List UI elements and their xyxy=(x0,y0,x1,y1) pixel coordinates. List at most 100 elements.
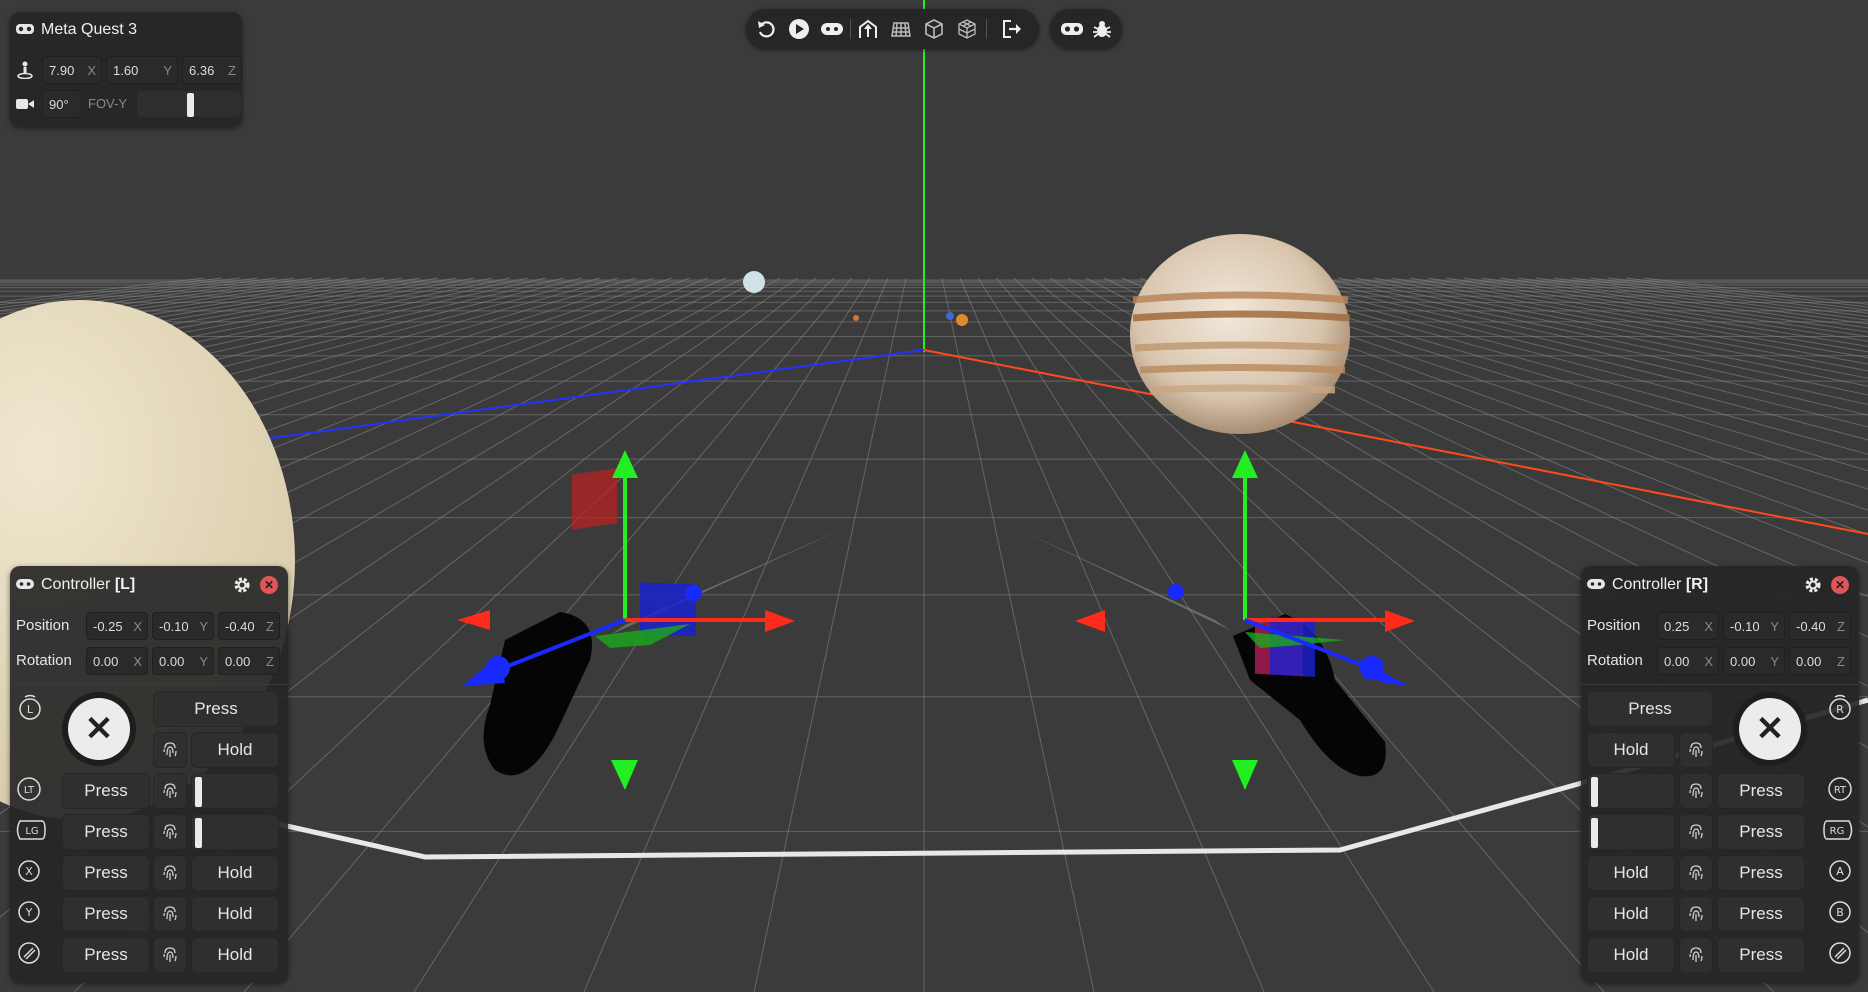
rg-touch-icon[interactable] xyxy=(1679,814,1713,850)
headset-view-icon[interactable] xyxy=(1060,17,1084,41)
svg-text:RG: RG xyxy=(1830,826,1845,837)
rt-slider-handle[interactable] xyxy=(1591,777,1598,807)
lt-touch-icon[interactable] xyxy=(153,773,187,809)
a-touch-icon[interactable] xyxy=(1679,855,1713,891)
a-press-button[interactable]: Press xyxy=(1717,855,1805,891)
y-touch-icon[interactable] xyxy=(153,896,187,932)
fov-value[interactable]: 90° xyxy=(42,90,82,118)
headset-pos-z[interactable]: 6.36 Z xyxy=(182,56,242,84)
headset-pos-y[interactable]: 1.60 Y xyxy=(106,56,178,84)
lg-glyph-icon: LG xyxy=(14,817,46,843)
left-rot-y[interactable]: 0.00 Y xyxy=(152,647,214,675)
meta-press-button[interactable]: Press xyxy=(1717,937,1805,973)
settings-gear-icon[interactable] xyxy=(1803,575,1823,595)
rg-slider-handle[interactable] xyxy=(1591,818,1598,848)
left-controller-title: Controller [L] xyxy=(41,576,136,593)
uranus-planet xyxy=(743,271,765,293)
rt-trigger-slider[interactable] xyxy=(1587,773,1675,809)
right-controller-title: Controller [R] xyxy=(1612,576,1709,593)
room-setup-icon[interactable] xyxy=(856,17,880,41)
grid-cube-icon[interactable] xyxy=(955,17,979,41)
left-pos-x[interactable]: -0.25 X xyxy=(86,612,148,640)
right-controller-panel: Controller [R] ✕ Position 0.25 X -0.10 Y -… xyxy=(1581,566,1859,982)
right-rot-x[interactable]: 0.00 X xyxy=(1657,647,1719,675)
controller-icon xyxy=(16,576,34,592)
position-label: Position xyxy=(16,617,70,634)
x-hold-button[interactable]: Hold xyxy=(191,855,279,891)
small-planet xyxy=(956,314,968,326)
settings-gear-icon[interactable] xyxy=(232,575,252,595)
left-stick-touch-icon[interactable] xyxy=(153,732,187,768)
menu-touch-icon[interactable] xyxy=(153,937,187,973)
cube-icon[interactable] xyxy=(922,17,946,41)
divider xyxy=(10,684,288,685)
x-press-button[interactable]: Press xyxy=(62,855,150,891)
lt-press-button[interactable]: Press xyxy=(62,773,150,809)
b-touch-icon[interactable] xyxy=(1679,896,1713,932)
left-stick-press-button[interactable]: Press xyxy=(153,691,279,727)
meta-hold-button[interactable]: Hold xyxy=(1587,937,1675,973)
right-stick-hold-button[interactable]: Hold xyxy=(1587,732,1675,768)
left-controller-panel: Controller [L] ✕ Position -0.25 X -0.10 Y … xyxy=(10,566,288,982)
a-hold-button[interactable]: Hold xyxy=(1587,855,1675,891)
svg-text:LT: LT xyxy=(24,785,35,796)
b-press-button[interactable]: Press xyxy=(1717,896,1805,932)
y-press-button[interactable]: Press xyxy=(62,896,150,932)
rt-press-button[interactable]: Press xyxy=(1717,773,1805,809)
left-joystick[interactable]: ✕ xyxy=(68,698,130,760)
lg-touch-icon[interactable] xyxy=(153,814,187,850)
rg-press-button[interactable]: Press xyxy=(1717,814,1805,850)
play-icon[interactable] xyxy=(787,17,811,41)
left-stick-hold-button[interactable]: Hold xyxy=(191,732,279,768)
lg-slider-handle[interactable] xyxy=(195,818,202,848)
left-pos-z[interactable]: -0.40 Z xyxy=(218,612,280,640)
gamepad-icon[interactable] xyxy=(820,17,844,41)
controller-icon xyxy=(1587,576,1605,592)
svg-text:A: A xyxy=(1836,865,1844,878)
meta-touch-icon[interactable] xyxy=(1679,937,1713,973)
jupiter-planet xyxy=(1130,234,1350,434)
menu-hold-button[interactable]: Hold xyxy=(191,937,279,973)
lt-slider-handle[interactable] xyxy=(195,777,202,807)
main-toolbar xyxy=(746,9,1039,49)
left-rot-z[interactable]: 0.00 Z xyxy=(218,647,280,675)
bug-icon[interactable] xyxy=(1090,17,1114,41)
rt-touch-icon[interactable] xyxy=(1679,773,1713,809)
right-stick-press-button[interactable]: Press xyxy=(1587,691,1713,727)
headset-pos-x[interactable]: 7.90 X xyxy=(42,56,102,84)
headset-title: Meta Quest 3 xyxy=(41,21,138,38)
divider xyxy=(1581,684,1859,685)
x-touch-icon[interactable] xyxy=(153,855,187,891)
right-pos-y[interactable]: -0.10 Y xyxy=(1723,612,1785,640)
exit-icon[interactable] xyxy=(1000,17,1024,41)
y-hold-button[interactable]: Hold xyxy=(191,896,279,932)
right-pos-x[interactable]: 0.25 X xyxy=(1657,612,1719,640)
right-stick-touch-icon[interactable] xyxy=(1679,732,1713,768)
mesh-icon[interactable] xyxy=(889,17,913,41)
x-button-glyph-icon: X xyxy=(17,859,41,883)
undo-icon[interactable] xyxy=(754,17,778,41)
a-button-glyph-icon: A xyxy=(1828,859,1852,883)
close-icon[interactable]: ✕ xyxy=(260,576,278,594)
left-pos-y[interactable]: -0.10 Y xyxy=(152,612,214,640)
svg-text:X: X xyxy=(25,865,33,878)
lg-grip-slider[interactable] xyxy=(191,814,279,850)
right-rot-y[interactable]: 0.00 Y xyxy=(1723,647,1785,675)
b-hold-button[interactable]: Hold xyxy=(1587,896,1675,932)
rg-grip-slider[interactable] xyxy=(1587,814,1675,850)
fov-slider-handle[interactable] xyxy=(186,93,194,117)
left-rot-x[interactable]: 0.00 X xyxy=(86,647,148,675)
lt-trigger-slider[interactable] xyxy=(191,773,279,809)
fov-slider[interactable] xyxy=(136,90,242,118)
right-pos-z[interactable]: -0.40 Z xyxy=(1789,612,1851,640)
svg-text:RT: RT xyxy=(1834,785,1847,796)
position-icon xyxy=(16,61,34,79)
right-joystick[interactable]: ✕ xyxy=(1739,698,1801,760)
close-icon[interactable]: ✕ xyxy=(1831,576,1849,594)
left-stick-glyph-icon: L xyxy=(17,692,43,722)
menu-press-button[interactable]: Press xyxy=(62,937,150,973)
rt-glyph-icon: RT xyxy=(1827,776,1853,802)
right-rot-z[interactable]: 0.00 Z xyxy=(1789,647,1851,675)
lg-press-button[interactable]: Press xyxy=(62,814,150,850)
meta-button-glyph-icon xyxy=(1828,941,1852,965)
